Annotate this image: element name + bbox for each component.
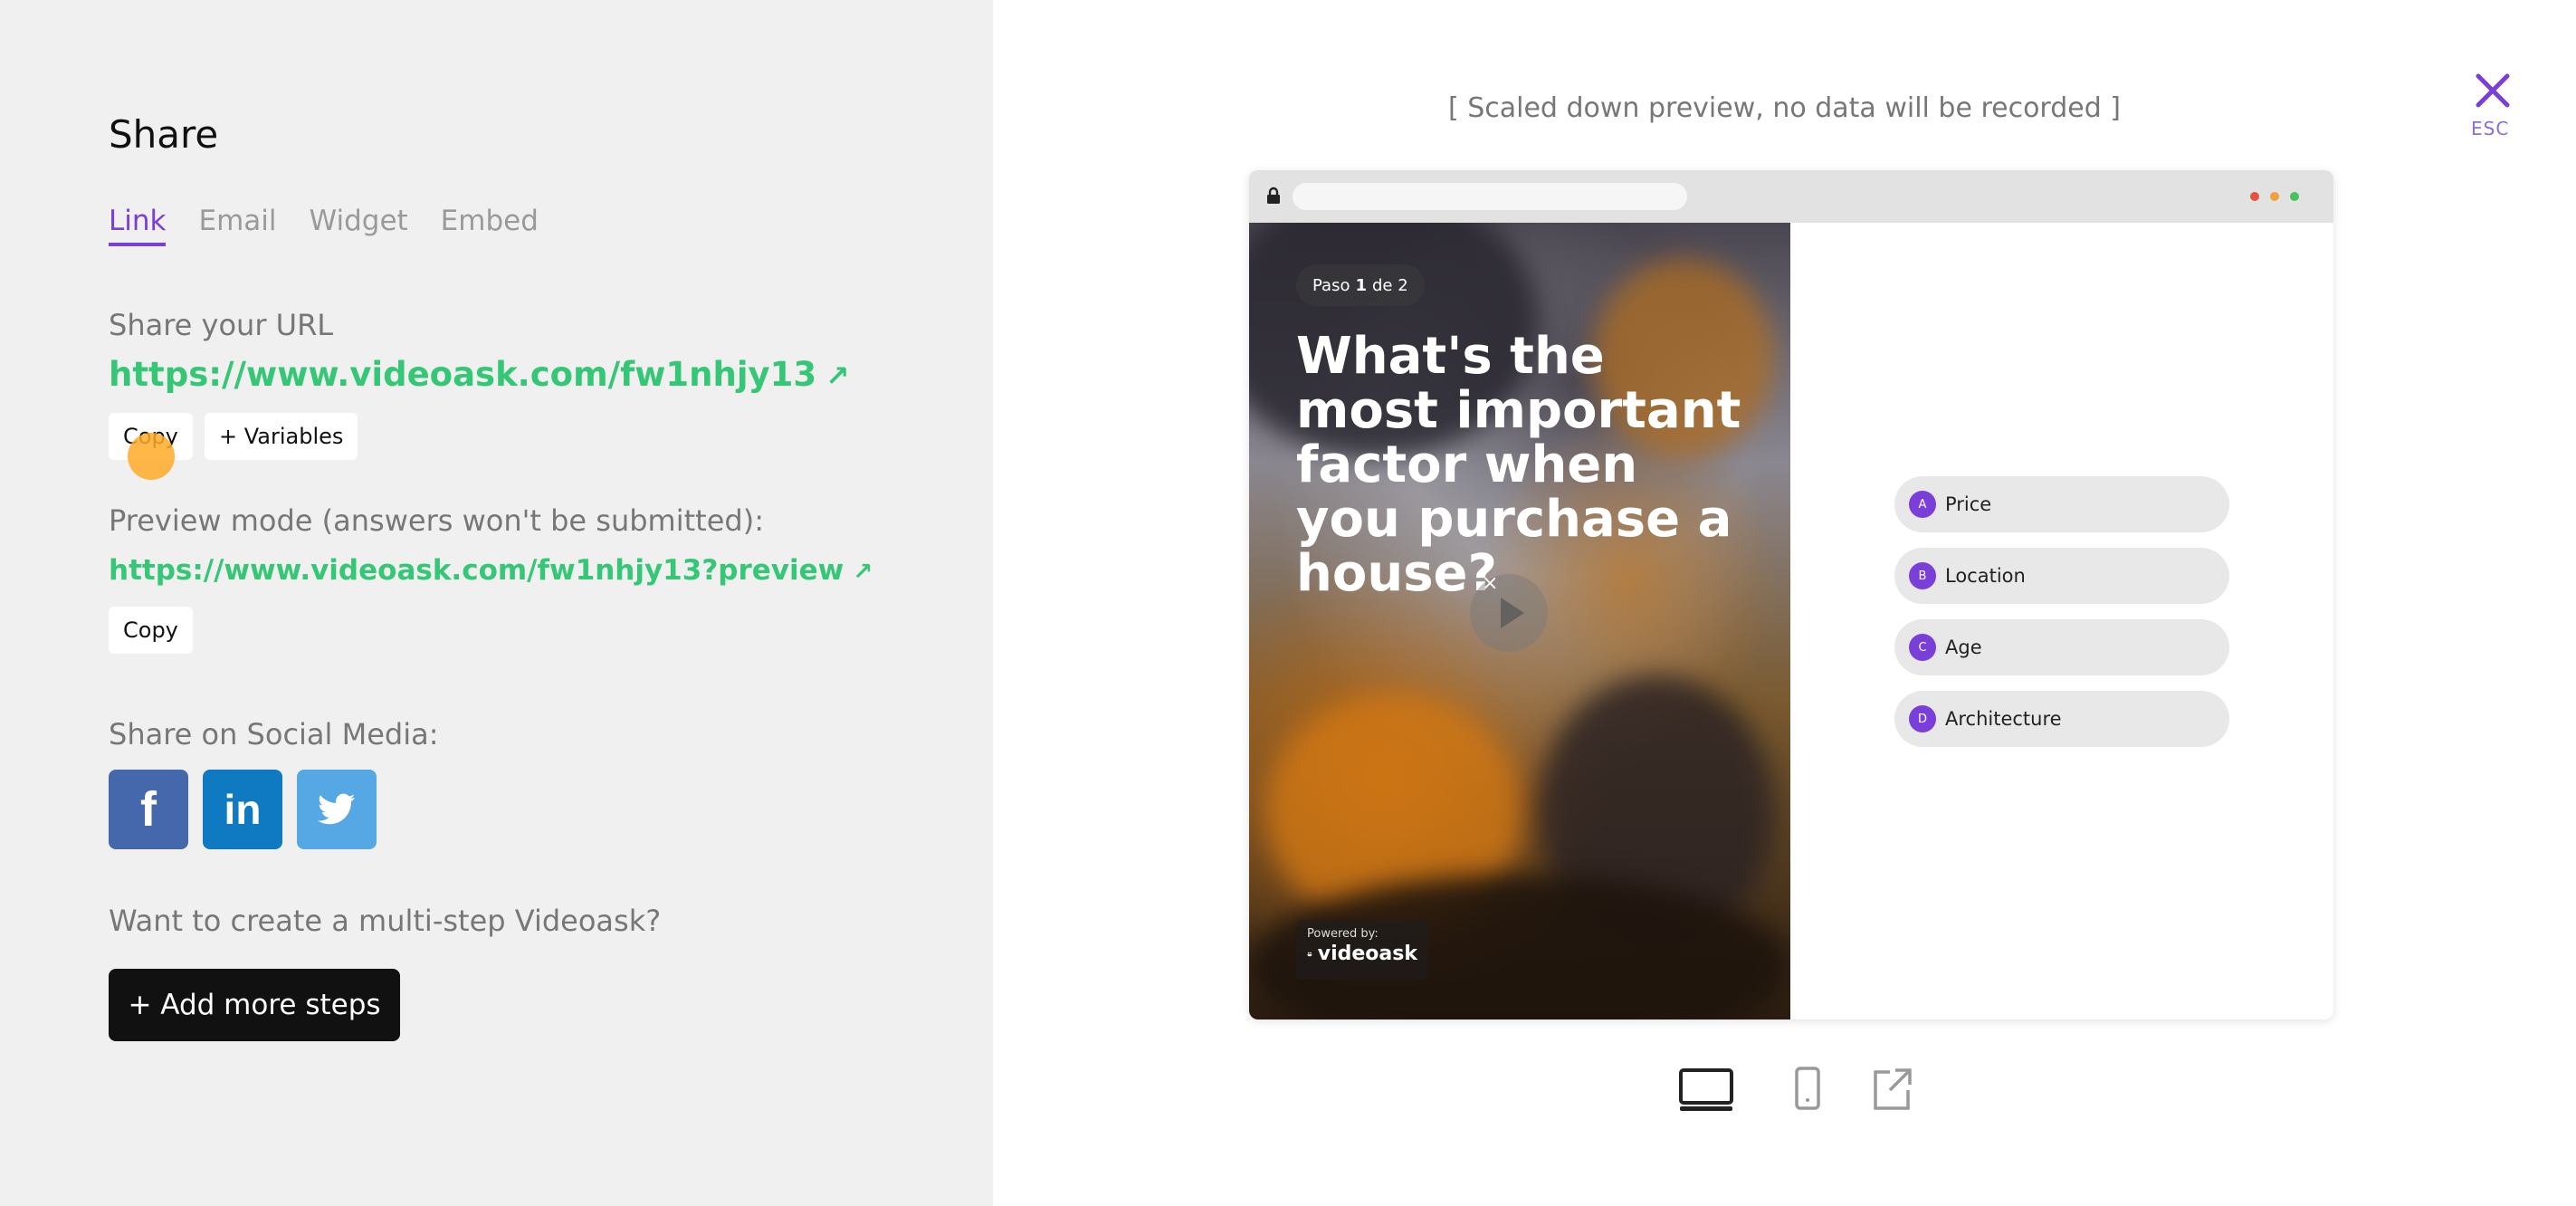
option-age[interactable]: C Age xyxy=(1894,619,2229,675)
desktop-icon[interactable] xyxy=(1678,1063,1734,1114)
option-location[interactable]: B Location xyxy=(1894,548,2229,604)
videoask-logo-icon xyxy=(1307,952,1312,956)
variables-button[interactable]: + Variables xyxy=(205,413,358,460)
browser-chrome xyxy=(1249,170,2333,223)
browser-preview-frame: Paso 1 de 2 What's the most important fact… xyxy=(1249,170,2333,1019)
question-text: What's the most important factor when yo… xyxy=(1296,327,1741,603)
step-current: 1 xyxy=(1355,275,1367,295)
add-more-steps-button[interactable]: + Add more steps xyxy=(109,969,400,1041)
option-letter: B xyxy=(1909,562,1936,589)
powered-by-label: Powered by: xyxy=(1307,927,1379,941)
twitter-share-button[interactable] xyxy=(297,770,377,849)
arrow-up-right-icon: ↗ xyxy=(853,559,873,586)
preview-note: [ Scaled down preview, no data will be r… xyxy=(1447,92,2122,124)
step-suffix: de 2 xyxy=(1372,275,1408,295)
facebook-share-button[interactable]: f xyxy=(109,770,188,849)
preview-url-text: https://www.videoask.com/fw1nhjy13?previ… xyxy=(109,554,844,587)
page-title: Share xyxy=(109,112,219,157)
step-indicator: Paso 1 de 2 xyxy=(1296,264,1425,306)
tab-email[interactable]: Email xyxy=(198,205,276,246)
preview-mode-label: Preview mode (answers won't be submitted… xyxy=(109,503,764,538)
powered-by-badge[interactable]: Powered by: videoask xyxy=(1296,920,1428,980)
cursor-indicator xyxy=(128,433,175,480)
share-url-link[interactable]: https://www.videoask.com/fw1nhjy13 ↗ xyxy=(109,355,850,394)
option-price[interactable]: A Price xyxy=(1894,476,2229,532)
option-label: Location xyxy=(1945,565,2026,587)
brand-logo: videoask xyxy=(1307,943,1417,965)
step-prefix: Paso xyxy=(1312,275,1350,295)
option-label: Age xyxy=(1945,636,1982,658)
option-label: Price xyxy=(1945,493,1992,515)
window-dot-red xyxy=(2250,192,2259,201)
linkedin-share-button[interactable]: in xyxy=(203,770,282,849)
option-letter: D xyxy=(1909,705,1936,732)
copy-preview-button[interactable]: Copy xyxy=(109,607,193,654)
preview-url-link[interactable]: https://www.videoask.com/fw1nhjy13?previ… xyxy=(109,554,873,587)
brand-name: videoask xyxy=(1317,943,1417,965)
window-dot-green xyxy=(2290,192,2299,201)
lock-icon xyxy=(1267,187,1280,204)
tab-widget[interactable]: Widget xyxy=(310,205,408,246)
twitter-icon xyxy=(318,793,356,825)
option-label: Architecture xyxy=(1945,708,2062,730)
share-tabs: Link Email Widget Embed xyxy=(109,205,539,246)
option-architecture[interactable]: D Architecture xyxy=(1894,691,2229,747)
share-panel: Share Link Email Widget Embed Share your… xyxy=(0,0,993,1206)
facebook-icon: f xyxy=(140,782,157,837)
address-bar xyxy=(1293,183,1687,210)
arrow-up-right-icon: ↗ xyxy=(825,360,850,393)
social-label: Share on Social Media: xyxy=(109,717,439,751)
window-dot-yellow xyxy=(2270,192,2279,201)
esc-label: ESC xyxy=(2471,118,2510,139)
close-icon[interactable] xyxy=(2469,67,2516,114)
tab-link[interactable]: Link xyxy=(109,205,167,246)
close-icon[interactable]: × xyxy=(1482,572,1498,595)
tab-embed[interactable]: Embed xyxy=(441,205,539,246)
answer-options: A Price B Location C Age D Architecture xyxy=(1894,476,2229,762)
option-letter: C xyxy=(1909,634,1936,661)
multistep-label: Want to create a multi-step Videoask? xyxy=(109,904,662,938)
share-url-label: Share your URL xyxy=(109,308,334,342)
video-panel: Paso 1 de 2 What's the most important fact… xyxy=(1249,223,1790,1019)
external-link-icon[interactable] xyxy=(1870,1063,1913,1114)
mobile-icon[interactable] xyxy=(1789,1063,1825,1114)
share-url-text: https://www.videoask.com/fw1nhjy13 xyxy=(109,355,817,394)
option-letter: A xyxy=(1909,491,1936,518)
linkedin-icon: in xyxy=(224,786,262,833)
